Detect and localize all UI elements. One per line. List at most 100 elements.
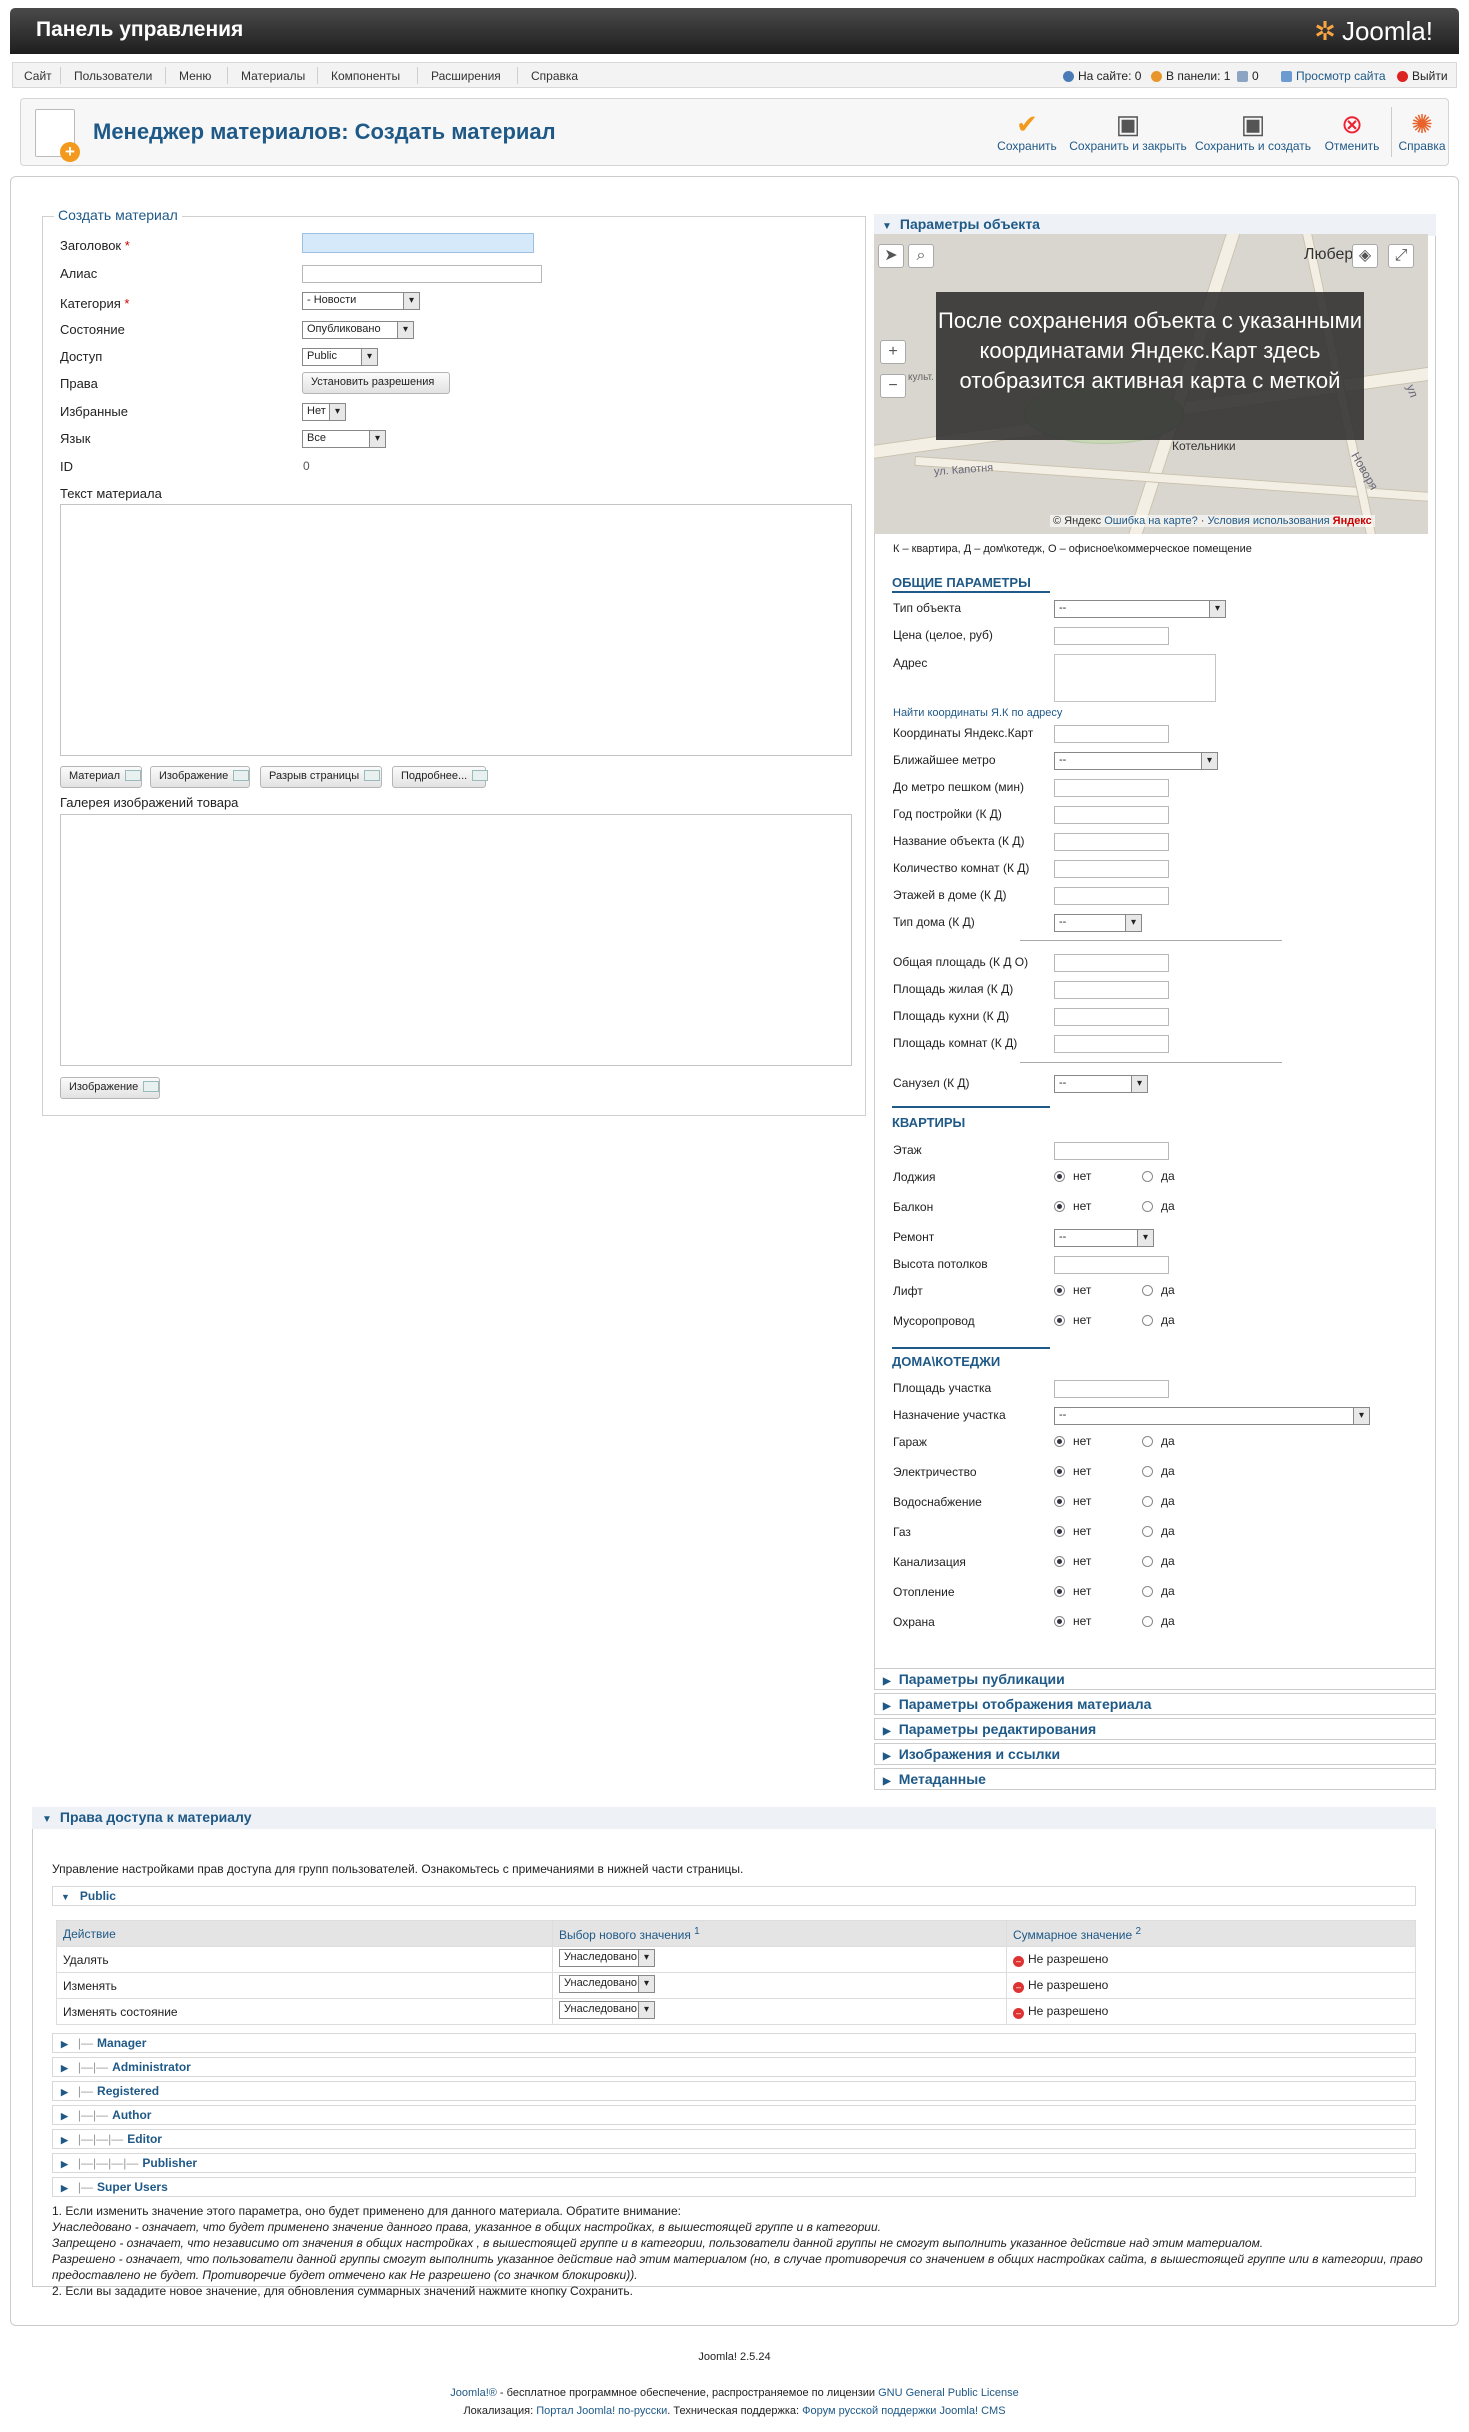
object-type-select[interactable]: -- <box>1054 600 1226 618</box>
permission-select[interactable]: Унаследовано <box>559 2001 655 2019</box>
menu-extensions[interactable]: Расширения <box>431 69 501 83</box>
floors-input[interactable] <box>1054 887 1169 905</box>
object-params-toggle[interactable]: ▼ Параметры объекта <box>874 214 1436 236</box>
article-text-editor[interactable] <box>60 504 852 756</box>
map-search-icon[interactable]: ⌕ <box>908 244 934 268</box>
access-select[interactable]: Public <box>302 348 378 366</box>
group-author-toggle[interactable]: ▶ |—|— Author <box>52 2105 1416 2125</box>
heating-yes-radio[interactable]: да <box>1142 1584 1175 1598</box>
editing-params-toggle[interactable]: ▶ Параметры редактирования <box>874 1718 1436 1740</box>
gallery-editor[interactable] <box>60 814 852 1066</box>
electricity-no-radio[interactable]: нет <box>1054 1464 1091 1478</box>
coords-input[interactable] <box>1054 725 1169 743</box>
living-area-input[interactable] <box>1054 981 1169 999</box>
state-select[interactable]: Опубликовано <box>302 321 414 339</box>
save-button[interactable]: ✔ Сохранить <box>997 109 1057 153</box>
featured-select[interactable]: Нет <box>302 403 346 421</box>
rooms-area-input[interactable] <box>1054 1035 1169 1053</box>
heating-no-radio[interactable]: нет <box>1054 1584 1091 1598</box>
metadata-toggle[interactable]: ▶ Метаданные <box>874 1768 1436 1790</box>
permission-select[interactable]: Унаследовано <box>559 1949 655 1967</box>
menu-site[interactable]: Сайт <box>24 69 52 83</box>
sewer-no-radio[interactable]: нет <box>1054 1554 1091 1568</box>
ceiling-input[interactable] <box>1054 1256 1169 1274</box>
save-close-button[interactable]: ▣ Сохранить и закрыть <box>1068 109 1188 153</box>
title-input[interactable] <box>302 233 534 253</box>
total-area-input[interactable] <box>1054 954 1169 972</box>
map-fullscreen-icon[interactable]: ⤢ <box>1388 244 1414 268</box>
save-new-button[interactable]: ▣ Сохранить и создать <box>1193 109 1313 153</box>
security-yes-radio[interactable]: да <box>1142 1614 1175 1628</box>
plot-area-input[interactable] <box>1054 1380 1169 1398</box>
water-no-radio[interactable]: нет <box>1054 1494 1091 1508</box>
lift-yes-radio[interactable]: да <box>1142 1283 1175 1297</box>
gallery-image-button[interactable]: Изображение <box>60 1077 160 1099</box>
joomla-link[interactable]: Joomla!® <box>450 2387 497 2399</box>
images-links-toggle[interactable]: ▶ Изображения и ссылки <box>874 1743 1436 1765</box>
permissions-toggle[interactable]: ▼ Права доступа к материалу <box>32 1807 1436 1829</box>
loggia-yes-radio[interactable]: да <box>1142 1169 1175 1183</box>
lift-no-radio[interactable]: нет <box>1054 1283 1091 1297</box>
map-terms-link[interactable]: Условия использования <box>1208 515 1330 527</box>
set-permissions-button[interactable]: Установить разрешения <box>302 372 450 394</box>
editor-pagebreak-button[interactable]: Разрыв страницы <box>260 766 382 788</box>
bathroom-select[interactable]: -- <box>1054 1075 1148 1093</box>
find-coords-link[interactable]: Найти координаты Я.К по адресу <box>893 707 1062 719</box>
water-yes-radio[interactable]: да <box>1142 1494 1175 1508</box>
logout-link[interactable]: Выйти <box>1397 69 1448 83</box>
security-no-radio[interactable]: нет <box>1054 1614 1091 1628</box>
permission-select[interactable]: Унаследовано <box>559 1975 655 1993</box>
language-select[interactable]: Все <box>302 430 386 448</box>
help-button[interactable]: ✺ Справка <box>1397 109 1447 153</box>
price-input[interactable] <box>1054 627 1169 645</box>
sewer-yes-radio[interactable]: да <box>1142 1554 1175 1568</box>
display-params-toggle[interactable]: ▶ Параметры отображения материала <box>874 1693 1436 1715</box>
garbage-yes-radio[interactable]: да <box>1142 1313 1175 1327</box>
gas-no-radio[interactable]: нет <box>1054 1524 1091 1538</box>
map-error-link[interactable]: Ошибка на карте? <box>1104 515 1198 527</box>
floor-input[interactable] <box>1054 1142 1169 1160</box>
support-forum-link[interactable]: Форум русской поддержки Joomla! CMS <box>802 2405 1005 2417</box>
menu-content[interactable]: Материалы <box>241 69 305 83</box>
yandex-map[interactable]: Любер Котельники ул. Капотня Новоря ул к… <box>874 234 1428 534</box>
editor-article-button[interactable]: Материал <box>60 766 142 788</box>
view-site-link[interactable]: Просмотр сайта <box>1281 69 1386 83</box>
group-manager-toggle[interactable]: ▶ |— Manager <box>52 2033 1416 2053</box>
group-administrator-toggle[interactable]: ▶ |—|— Administrator <box>52 2057 1416 2077</box>
group-publisher-toggle[interactable]: ▶ |—|—|—|— Publisher <box>52 2153 1416 2173</box>
map-zoom-out-icon[interactable]: − <box>880 374 906 398</box>
garage-yes-radio[interactable]: да <box>1142 1434 1175 1448</box>
object-name-input[interactable] <box>1054 833 1169 851</box>
garbage-no-radio[interactable]: нет <box>1054 1313 1091 1327</box>
gpl-link[interactable]: GNU General Public License <box>878 2387 1019 2399</box>
electricity-yes-radio[interactable]: да <box>1142 1464 1175 1478</box>
garage-no-radio[interactable]: нет <box>1054 1434 1091 1448</box>
group-super-users-toggle[interactable]: ▶ |— Super Users <box>52 2177 1416 2197</box>
editor-readmore-button[interactable]: Подробнее... <box>392 766 489 788</box>
map-layers-icon[interactable]: ◈ <box>1352 244 1378 268</box>
category-select[interactable]: - Новости <box>302 292 420 310</box>
publication-params-toggle[interactable]: ▶ Параметры публикации <box>874 1668 1436 1690</box>
house-type-select[interactable]: -- <box>1054 914 1142 932</box>
map-locate-icon[interactable]: ➤ <box>878 244 904 268</box>
group-public-toggle[interactable]: ▼ Public <box>52 1886 1416 1906</box>
address-textarea[interactable] <box>1054 654 1216 702</box>
year-input[interactable] <box>1054 806 1169 824</box>
editor-image-button[interactable]: Изображение <box>150 766 250 788</box>
gas-yes-radio[interactable]: да <box>1142 1524 1175 1538</box>
menu-help[interactable]: Справка <box>531 69 578 83</box>
group-editor-toggle[interactable]: ▶ |—|—|— Editor <box>52 2129 1416 2149</box>
walk-input[interactable] <box>1054 779 1169 797</box>
menu-components[interactable]: Компоненты <box>331 69 400 83</box>
rooms-input[interactable] <box>1054 860 1169 878</box>
balcony-no-radio[interactable]: нет <box>1054 1199 1091 1213</box>
alias-input[interactable] <box>302 265 542 283</box>
plot-purpose-select[interactable]: -- <box>1054 1407 1370 1425</box>
joomla-russian-portal-link[interactable]: Портал Joomla! по-русски <box>536 2405 667 2417</box>
metro-select[interactable]: -- <box>1054 752 1218 770</box>
balcony-yes-radio[interactable]: да <box>1142 1199 1175 1213</box>
status-messages[interactable]: 0 <box>1237 69 1259 83</box>
menu-menus[interactable]: Меню <box>179 69 211 83</box>
menu-users[interactable]: Пользователи <box>74 69 152 83</box>
repair-select[interactable]: -- <box>1054 1229 1154 1247</box>
